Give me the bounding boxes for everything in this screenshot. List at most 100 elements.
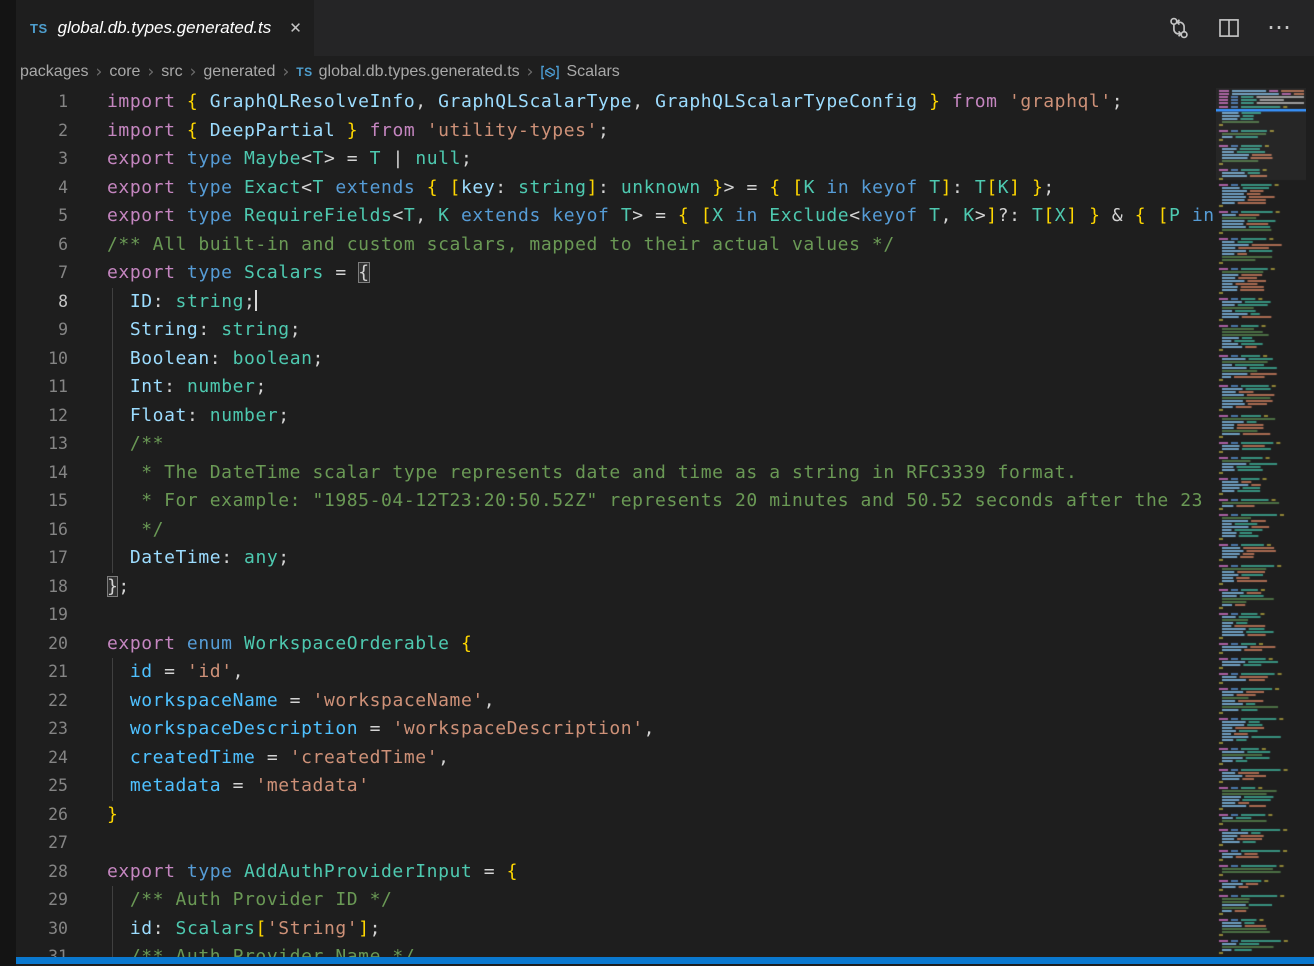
breadcrumb-item-scalars[interactable]: Scalars xyxy=(540,63,619,81)
split-editor-icon xyxy=(1217,16,1241,40)
typescript-file-icon: TS xyxy=(296,65,312,79)
more-actions-icon: ⋯ xyxy=(1267,23,1292,33)
breadcrumb-label: packages xyxy=(20,63,89,81)
line-number: 21 xyxy=(16,658,68,687)
breadcrumb-label: global.db.types.generated.ts xyxy=(319,63,520,81)
line-number: 8 xyxy=(16,288,68,317)
code-line-7[interactable]: 7export type Scalars = { xyxy=(16,259,1216,288)
line-number: 28 xyxy=(16,858,68,887)
minimap[interactable] xyxy=(1216,88,1306,957)
code-line-18[interactable]: 18}; xyxy=(16,573,1216,602)
line-number: 9 xyxy=(16,316,68,345)
code-line-29[interactable]: 29 /** Auth Provider ID */ xyxy=(16,886,1216,915)
tab-global-db-types[interactable]: TS global.db.types.generated.ts ✕ xyxy=(16,0,314,56)
open-changes-icon xyxy=(1167,16,1191,40)
line-number: 24 xyxy=(16,744,68,773)
code-line-19[interactable]: 19 xyxy=(16,601,1216,630)
line-number: 15 xyxy=(16,487,68,516)
indent-guide xyxy=(112,430,113,459)
code-text: createdTime = 'createdTime', xyxy=(68,744,1216,773)
code-text: * The DateTime scalar type represents da… xyxy=(68,459,1216,488)
code-text: export type AddAuthProviderInput = { xyxy=(68,858,1216,887)
breadcrumb-item-global-db-types-generated-ts[interactable]: TS global.db.types.generated.ts xyxy=(296,63,519,81)
code-line-2[interactable]: 2import { DeepPartial } from 'utility-ty… xyxy=(16,117,1216,146)
split-editor-button[interactable] xyxy=(1211,12,1247,44)
breadcrumb-item-generated[interactable]: generated xyxy=(203,63,275,81)
line-number: 12 xyxy=(16,402,68,431)
open-changes-button[interactable] xyxy=(1161,12,1197,44)
code-line-3[interactable]: 3export type Maybe<T> = T | null; xyxy=(16,145,1216,174)
more-actions-button[interactable]: ⋯ xyxy=(1261,19,1298,37)
code-line-12[interactable]: 12 Float: number; xyxy=(16,402,1216,431)
code-line-17[interactable]: 17 DateTime: any; xyxy=(16,544,1216,573)
line-number: 3 xyxy=(16,145,68,174)
breadcrumb-label: src xyxy=(161,63,182,81)
indent-guide xyxy=(112,288,113,317)
line-number: 18 xyxy=(16,573,68,602)
line-number: 22 xyxy=(16,687,68,716)
breadcrumb-item-src[interactable]: src xyxy=(161,63,182,81)
indent-guide xyxy=(112,373,113,402)
code-line-30[interactable]: 30 id: Scalars['String']; xyxy=(16,915,1216,944)
breadcrumb-separator: › xyxy=(282,62,289,82)
editor-actions: ⋯ xyxy=(1161,0,1314,56)
code-text: import { GraphQLResolveInfo, GraphQLScal… xyxy=(68,88,1216,117)
code-line-26[interactable]: 26} xyxy=(16,801,1216,830)
code-line-15[interactable]: 15 * For example: "1985-04-12T23:20:50.5… xyxy=(16,487,1216,516)
breadcrumb-item-packages[interactable]: packages xyxy=(20,63,89,81)
code-text: export type Maybe<T> = T | null; xyxy=(68,145,1216,174)
tab-close-icon[interactable]: ✕ xyxy=(285,17,306,39)
line-number: 23 xyxy=(16,715,68,744)
indent-guide xyxy=(112,915,113,944)
line-number: 25 xyxy=(16,772,68,801)
code-line-28[interactable]: 28export type AddAuthProviderInput = { xyxy=(16,858,1216,887)
line-number: 13 xyxy=(16,430,68,459)
code-text: String: string; xyxy=(68,316,1216,345)
indent-guide xyxy=(112,345,113,374)
code-line-20[interactable]: 20export enum WorkspaceOrderable { xyxy=(16,630,1216,659)
code-text: /** Auth Provider ID */ xyxy=(68,886,1216,915)
breadcrumb-separator: › xyxy=(96,62,103,82)
code-text: export type Exact<T extends { [key: stri… xyxy=(68,174,1216,203)
line-number: 20 xyxy=(16,630,68,659)
line-number: 1 xyxy=(16,88,68,117)
code-line-23[interactable]: 23 workspaceDescription = 'workspaceDesc… xyxy=(16,715,1216,744)
code-editor[interactable]: 1import { GraphQLResolveInfo, GraphQLSca… xyxy=(16,88,1216,957)
breadcrumb-label: core xyxy=(109,63,140,81)
code-line-31[interactable]: 31 /** Auth Provider Name */ xyxy=(16,943,1216,957)
line-number: 16 xyxy=(16,516,68,545)
window-edge xyxy=(0,0,16,966)
code-line-8[interactable]: 8 ID: string; xyxy=(16,288,1216,317)
breadcrumb-separator: › xyxy=(147,62,154,82)
code-text: Int: number; xyxy=(68,373,1216,402)
code-line-16[interactable]: 16 */ xyxy=(16,516,1216,545)
symbol-type-icon xyxy=(540,64,560,81)
breadcrumb-item-core[interactable]: core xyxy=(109,63,140,81)
code-line-5[interactable]: 5export type RequireFields<T, K extends … xyxy=(16,202,1216,231)
code-line-10[interactable]: 10 Boolean: boolean; xyxy=(16,345,1216,374)
line-number: 31 xyxy=(16,943,68,957)
indent-guide xyxy=(112,544,113,573)
status-bar[interactable] xyxy=(16,957,1314,964)
code-text: id = 'id', xyxy=(68,658,1216,687)
indent-guide xyxy=(112,516,113,545)
code-line-27[interactable]: 27 xyxy=(16,829,1216,858)
code-line-24[interactable]: 24 createdTime = 'createdTime', xyxy=(16,744,1216,773)
code-line-11[interactable]: 11 Int: number; xyxy=(16,373,1216,402)
code-line-4[interactable]: 4export type Exact<T extends { [key: str… xyxy=(16,174,1216,203)
code-line-25[interactable]: 25 metadata = 'metadata' xyxy=(16,772,1216,801)
code-text xyxy=(68,601,1216,630)
code-line-6[interactable]: 6/** All built-in and custom scalars, ma… xyxy=(16,231,1216,260)
code-line-21[interactable]: 21 id = 'id', xyxy=(16,658,1216,687)
code-line-9[interactable]: 9 String: string; xyxy=(16,316,1216,345)
code-text: */ xyxy=(68,516,1216,545)
code-line-1[interactable]: 1import { GraphQLResolveInfo, GraphQLSca… xyxy=(16,88,1216,117)
indent-guide xyxy=(112,487,113,516)
code-line-14[interactable]: 14 * The DateTime scalar type represents… xyxy=(16,459,1216,488)
code-line-13[interactable]: 13 /** xyxy=(16,430,1216,459)
line-number: 26 xyxy=(16,801,68,830)
code-text xyxy=(68,829,1216,858)
line-number: 27 xyxy=(16,829,68,858)
code-line-22[interactable]: 22 workspaceName = 'workspaceName', xyxy=(16,687,1216,716)
code-text: import { DeepPartial } from 'utility-typ… xyxy=(68,117,1216,146)
